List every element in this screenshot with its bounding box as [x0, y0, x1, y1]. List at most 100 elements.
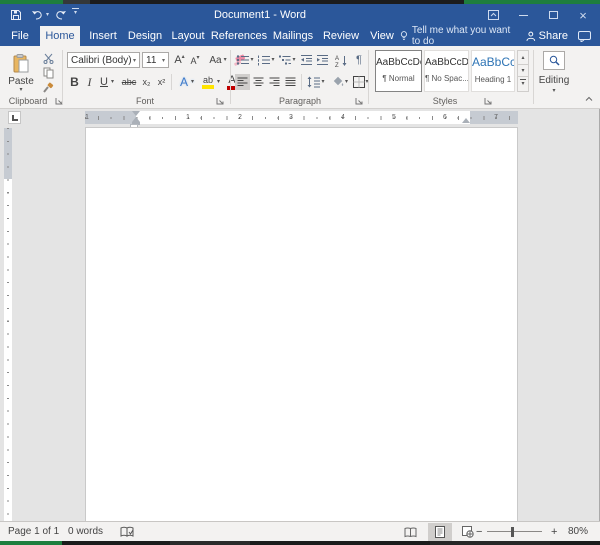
customize-quick-access-toolbar-button[interactable]: ▾ [72, 8, 79, 22]
align-center-button[interactable] [251, 74, 266, 90]
document-page[interactable] [85, 127, 518, 521]
styles-scroll-down-button[interactable]: ▾ [518, 64, 528, 77]
editing-group-button[interactable]: Editing [533, 74, 575, 86]
vertical-ruler[interactable] [4, 128, 12, 521]
print-layout-button[interactable] [428, 523, 452, 541]
tab-stop-selector[interactable] [8, 111, 21, 124]
style-normal[interactable]: AaBbCcDc ¶ Normal [375, 50, 422, 92]
multilevel-dropdown-icon: ▾ [292, 57, 295, 63]
style-heading-1[interactable]: AaBbCc Heading 1 [471, 50, 515, 92]
tab-insert[interactable]: Insert [84, 26, 122, 46]
bottom-strip-gray-patch-2 [430, 541, 550, 545]
first-line-indent-marker[interactable] [132, 111, 140, 116]
paste-button[interactable]: Paste ▾ [6, 50, 36, 96]
grow-font-button[interactable]: A▴ [172, 52, 187, 68]
line-spacing-dropdown-icon: ▾ [321, 79, 324, 85]
tab-design[interactable]: Design [124, 26, 166, 46]
sort-button[interactable]: AZ [333, 52, 349, 68]
paragraph-dialog-launcher[interactable] [355, 97, 364, 106]
tab-mailings[interactable]: Mailings [268, 26, 318, 46]
numbering-button[interactable]: ▾ [256, 52, 276, 68]
copy-button[interactable] [40, 66, 56, 80]
editing-dropdown-icon: ▾ [552, 88, 555, 94]
maximize-button[interactable] [542, 7, 564, 23]
tab-layout[interactable]: Layout [166, 26, 210, 46]
shrink-font-button[interactable]: A▾ [188, 54, 202, 68]
multilevel-list-button[interactable]: ▾ [277, 52, 297, 68]
zoom-slider-track[interactable] [487, 531, 542, 532]
horizontal-ruler[interactable]: 1 1 2 3 4 5 6 7 [85, 111, 518, 124]
comments-button[interactable] [572, 26, 596, 46]
editing-dropdown[interactable]: ▾ [548, 87, 560, 95]
tab-references[interactable]: References [210, 26, 268, 46]
tab-home[interactable]: Home [40, 26, 80, 46]
right-indent-marker[interactable] [462, 118, 470, 123]
find-button[interactable] [543, 51, 565, 70]
increase-indent-icon [316, 54, 329, 66]
zoom-slider-thumb[interactable] [511, 527, 514, 537]
undo-dropdown-icon[interactable]: ▾ [46, 12, 49, 18]
collapse-ribbon-chevron-icon [585, 96, 593, 102]
word-application-window: { "titlebar": { "title": "Document1 - Wo… [0, 0, 600, 545]
svg-text:Z: Z [335, 63, 339, 67]
shading-button[interactable]: ▾ [330, 74, 350, 90]
ribbon-display-options-button[interactable] [482, 7, 504, 23]
styles-gallery-more-button[interactable]: ▾ [518, 77, 528, 89]
tab-review[interactable]: Review [318, 26, 364, 46]
ruler-number-6: 6 [440, 113, 450, 122]
styles-dialog-launcher[interactable] [484, 97, 493, 106]
line-spacing-button[interactable]: ▾ [305, 74, 327, 90]
font-name-value: Calibri (Body) [71, 55, 132, 66]
paste-dropdown-icon: ▾ [19, 87, 22, 93]
status-bar: Page 1 of 1 0 words − + 80% [0, 521, 600, 541]
tab-view[interactable]: View [364, 26, 400, 46]
align-right-button[interactable] [267, 74, 282, 90]
strikethrough-button[interactable]: abc [119, 74, 139, 90]
subscript-button[interactable]: x₂ [139, 74, 154, 90]
share-button[interactable]: Share [526, 26, 568, 46]
bullets-dropdown-icon: ▾ [250, 57, 253, 63]
comment-bubble-icon [578, 31, 591, 42]
show-hide-formatting-button[interactable]: ¶ [352, 52, 366, 68]
read-mode-button[interactable] [398, 523, 422, 541]
align-left-button[interactable] [235, 74, 250, 90]
underline-button[interactable]: U▾ [97, 74, 117, 90]
tell-me-box[interactable]: Tell me what you want to do [400, 26, 520, 46]
superscript-button[interactable]: x² [154, 74, 169, 90]
ruler-number-1: 1 [183, 113, 193, 122]
zoom-level-button[interactable]: 80% [568, 522, 588, 541]
proofing-status-button[interactable] [120, 522, 134, 541]
word-count-indicator[interactable]: 0 words [68, 522, 103, 541]
bullets-icon [236, 54, 250, 66]
minimize-button[interactable] [512, 7, 534, 23]
save-button[interactable] [10, 8, 22, 22]
page-number-indicator[interactable]: Page 1 of 1 [8, 522, 59, 541]
font-size-combobox[interactable]: 11 ▾ [142, 52, 169, 68]
divider [301, 74, 302, 90]
text-effects-button[interactable]: A▾ [176, 74, 198, 90]
ruler-half-ticks [98, 116, 518, 120]
increase-indent-button[interactable] [315, 52, 330, 68]
group-divider [230, 50, 231, 104]
font-name-combobox[interactable]: Calibri (Body) ▾ [67, 52, 140, 68]
zoom-in-button[interactable]: + [551, 522, 557, 541]
font-dialog-launcher[interactable] [216, 97, 225, 106]
bold-button[interactable]: B [68, 74, 81, 90]
justify-button[interactable] [283, 74, 298, 90]
tab-file[interactable]: File [4, 26, 36, 46]
close-button[interactable]: × [572, 7, 594, 23]
bullets-button[interactable]: ▾ [235, 52, 255, 68]
format-painter-button[interactable] [40, 81, 56, 95]
styles-scroll-up-button[interactable]: ▴ [518, 51, 528, 64]
decrease-indent-button[interactable] [299, 52, 314, 68]
change-case-button[interactable]: Aa▾ [207, 52, 229, 68]
redo-button[interactable] [55, 8, 67, 22]
collapse-ribbon-button[interactable] [583, 94, 595, 104]
text-highlight-button[interactable]: ab▾ [200, 74, 222, 90]
style-no-spacing[interactable]: AaBbCcDc ¶ No Spac... [424, 50, 469, 92]
copy-icon [43, 67, 54, 79]
italic-button[interactable]: I [84, 74, 95, 90]
cut-button[interactable] [40, 51, 56, 65]
zoom-out-button[interactable]: − [476, 522, 482, 541]
undo-button[interactable]: ▾ [31, 8, 49, 22]
